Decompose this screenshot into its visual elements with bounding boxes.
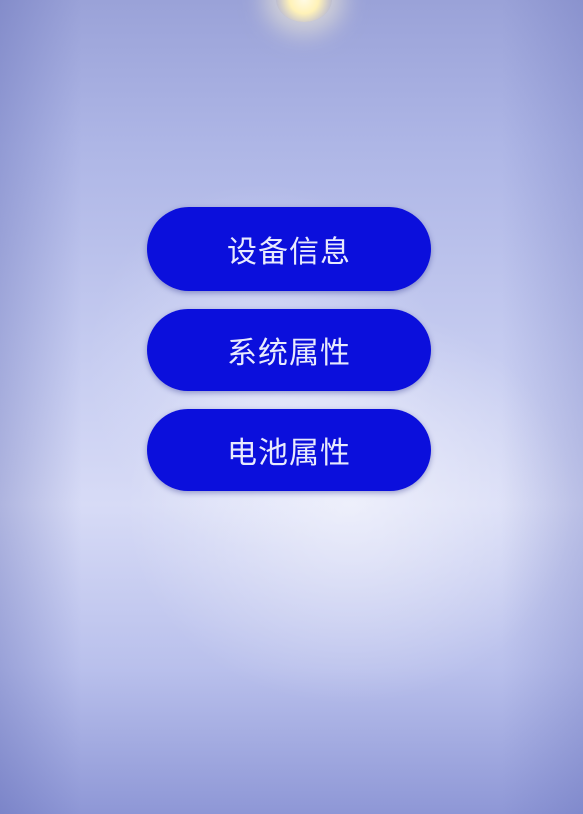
light-glare (276, 0, 332, 22)
device-info-button[interactable]: 设备信息 (147, 207, 431, 291)
battery-properties-button[interactable]: 电池属性 (147, 409, 431, 491)
system-properties-button[interactable]: 系统属性 (147, 309, 431, 391)
main-menu: 设备信息 系统属性 电池属性 (147, 207, 431, 491)
